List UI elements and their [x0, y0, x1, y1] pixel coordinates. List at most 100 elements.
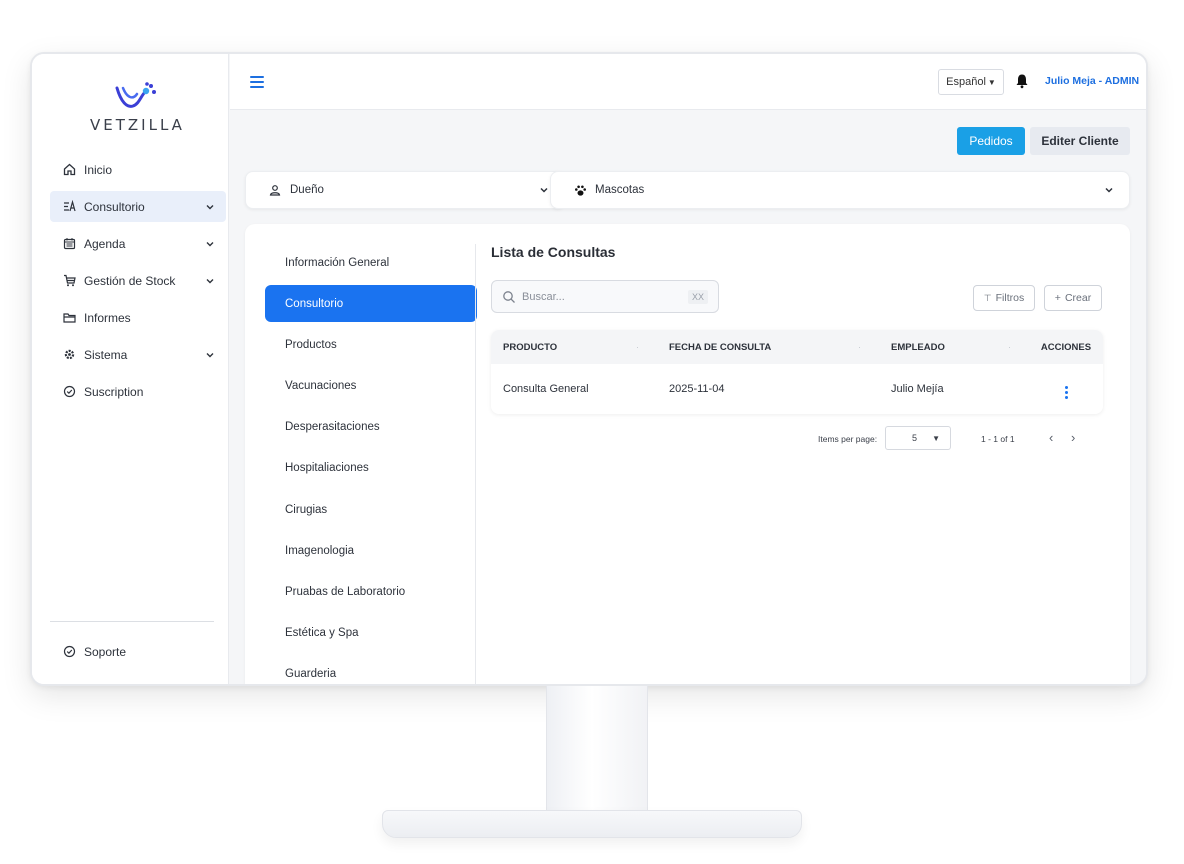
column-header: ACCIONES — [1040, 341, 1092, 353]
sidebar-item-soporte[interactable]: Soporte — [50, 636, 226, 667]
filter-icon: ⊤ — [983, 292, 992, 303]
caret-down-icon: ▼ — [987, 77, 996, 87]
menu-item-consultorio[interactable]: Consultorio — [265, 285, 477, 323]
section-title: Lista de Consultas — [491, 244, 616, 260]
caret-down-icon: ▼ — [932, 433, 940, 443]
pedidos-button[interactable]: Pedidos — [957, 127, 1025, 155]
menu-item-imagenologia[interactable]: Imagenologia — [265, 532, 477, 569]
filters-label: Filtros — [995, 292, 1025, 304]
table-cell: 2025-11-04 — [669, 383, 725, 395]
pets-select-label: Mascotas — [595, 184, 645, 196]
menu-item-guarderia[interactable]: Guarderia — [265, 656, 477, 684]
items-per-page-value: 5 — [912, 433, 918, 443]
table-row[interactable]: Consulta General 2025-11-04 Julio Mejía — [491, 364, 1103, 414]
owner-select-label: Dueño — [290, 184, 324, 196]
app-screen: VETZILLA Inicio Consultorio Agenda Gesti… — [32, 54, 1146, 684]
sidebar-item-label: Consultorio — [84, 199, 145, 214]
sidebar-nav: Inicio Consultorio Agenda Gestión de Sto… — [50, 154, 226, 413]
column-header[interactable]: FECHA DE CONSULTA · — [657, 342, 879, 353]
table-cell: Julio Mejía — [891, 383, 944, 395]
search-input[interactable]: Buscar... XX — [491, 280, 719, 313]
sidebar-item-agenda[interactable]: Agenda — [50, 228, 226, 259]
plus-icon: + — [1054, 292, 1061, 304]
sidebar-item-sistema[interactable]: Sistema — [50, 339, 226, 370]
consultorio-icon — [62, 200, 76, 214]
sidebar-item-label: Sistema — [84, 347, 128, 362]
sidebar-divider — [50, 621, 214, 622]
pet-section-menu: Información General Consultorio Producto… — [265, 244, 477, 684]
chevron-down-icon — [206, 278, 214, 283]
menu-item-pruebas-laboratorio[interactable]: Pruabas de Laboratorio — [265, 574, 477, 611]
consultations-content: Lista de Consultas Buscar... XX ⊤ Filtro… — [491, 244, 1105, 450]
sidebar-item-label: Agenda — [84, 236, 126, 251]
cart-icon — [62, 274, 76, 288]
filters-button[interactable]: ⊤ Filtros — [973, 285, 1035, 311]
sidebar-item-label: Gestión de Stock — [84, 273, 176, 288]
more-actions-icon[interactable] — [1064, 385, 1068, 399]
chevron-down-icon — [206, 352, 214, 357]
menu-item-hospitalizaciones[interactable]: Hospitaliaciones — [265, 450, 477, 487]
owner-select[interactable]: Dueño — [245, 171, 565, 209]
menu-item-estetica-spa[interactable]: Estética y Spa — [265, 615, 477, 652]
search-placeholder: Buscar... — [522, 290, 565, 303]
sidebar-item-label: Inicio — [84, 162, 113, 177]
sidebar-item-suscription[interactable]: Suscription — [50, 376, 226, 407]
monitor-frame: VETZILLA Inicio Consultorio Agenda Gesti… — [30, 52, 1148, 686]
column-header[interactable]: PRODUCTO · — [491, 342, 657, 353]
sidebar-item-consultorio[interactable]: Consultorio — [50, 191, 226, 222]
next-page-icon[interactable]: › — [1071, 430, 1075, 445]
bell-icon[interactable] — [1014, 73, 1030, 89]
table-cell: Consulta General — [503, 383, 589, 395]
sidebar-item-inicio[interactable]: Inicio — [50, 154, 226, 185]
monitor-stand-neck — [546, 686, 648, 814]
paw-icon — [573, 183, 587, 197]
user-menu[interactable]: Julio Meja - ADMIN — [1045, 75, 1139, 87]
search-shortcut-badge: XX — [687, 289, 708, 304]
chevron-down-icon — [1105, 187, 1113, 193]
monitor-stand-base — [382, 810, 802, 838]
support-icon — [62, 645, 76, 659]
home-icon — [62, 163, 76, 177]
calendar-icon — [62, 237, 76, 251]
gear-icon — [62, 348, 76, 362]
menu-item-cirugias[interactable]: Cirugias — [265, 491, 477, 528]
chevron-down-icon — [540, 187, 548, 193]
chevron-down-icon — [206, 241, 214, 246]
edit-client-button[interactable]: Editer Cliente — [1030, 127, 1130, 155]
create-label: Crear — [1064, 292, 1092, 304]
sidebar-item-label: Suscription — [84, 384, 144, 399]
chevron-down-icon — [206, 204, 214, 209]
menu-item-desparasitaciones[interactable]: Desperasitaciones — [265, 409, 477, 446]
menu-item-productos[interactable]: Productos — [265, 326, 477, 363]
menu-item-informacion-general[interactable]: Información General — [265, 244, 477, 281]
language-select[interactable]: Español ▼ — [938, 69, 1004, 95]
brand-logo[interactable]: VETZILLA — [90, 82, 185, 134]
sidebar-item-label: Informes — [84, 310, 131, 325]
row-actions — [1029, 380, 1103, 399]
sort-indicator-icon: · — [635, 341, 639, 353]
sort-indicator-icon: · — [857, 341, 861, 353]
panel-divider — [475, 244, 476, 684]
menu-item-vacunaciones[interactable]: Vacunaciones — [265, 368, 477, 405]
consultations-table: PRODUCTO · FECHA DE CONSULTA · EMPLEADO · A… — [491, 330, 1103, 414]
language-value: Español — [946, 76, 986, 88]
folder-icon — [62, 311, 76, 325]
items-per-page-select[interactable]: 5 ▼ — [885, 426, 951, 450]
column-header[interactable]: EMPLEADO · — [879, 342, 1029, 353]
page-range: 1 - 1 of 1 — [981, 434, 1015, 444]
sidebar-item-label: Soporte — [84, 644, 127, 659]
person-icon — [268, 183, 282, 197]
topbar: Español ▼ Julio Meja - ADMIN — [230, 54, 1146, 110]
sort-indicator-icon: · — [1007, 341, 1011, 353]
pets-select[interactable]: Mascotas — [550, 171, 1130, 209]
search-icon — [503, 290, 515, 303]
sidebar-item-gestion-stock[interactable]: Gestión de Stock — [50, 265, 226, 296]
create-button[interactable]: + Crear — [1044, 285, 1102, 311]
brand-name: VETZILLA — [90, 116, 185, 134]
consultation-panel: Información General Consultorio Producto… — [245, 224, 1130, 684]
menu-toggle-icon[interactable] — [250, 76, 264, 88]
table-header: PRODUCTO · FECHA DE CONSULTA · EMPLEADO · A… — [491, 330, 1103, 364]
sidebar-item-informes[interactable]: Informes — [50, 302, 226, 333]
paw-logo-icon — [115, 82, 156, 108]
previous-page-icon[interactable]: ‹ — [1049, 430, 1053, 445]
